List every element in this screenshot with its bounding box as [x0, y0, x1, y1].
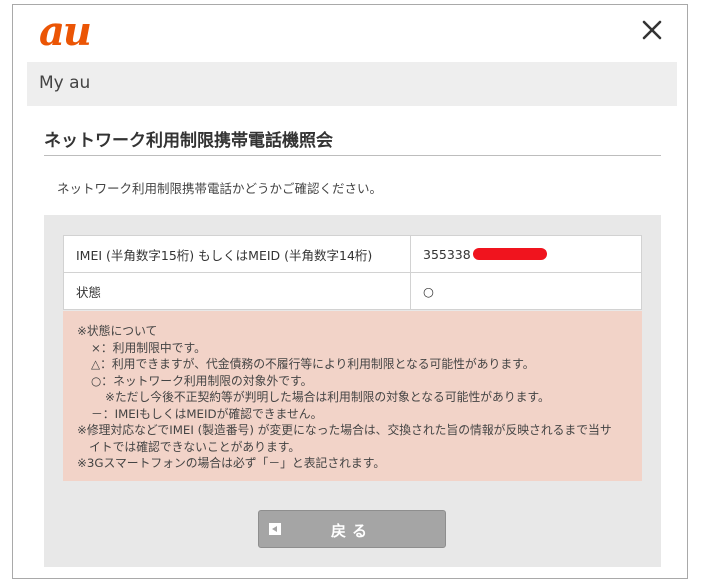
- result-table: IMEI (半角数字15桁) もしくはMEID (半角数字14桁) 355338…: [63, 235, 642, 310]
- redaction-mark: [473, 247, 547, 260]
- status-notes: ※状態について ×：利用制限中です。 △：利用できますが、代金債務の不履行等によ…: [63, 311, 642, 481]
- imei-check-dialog: au My au ネットワーク利用制限携帯電話機照会 ネットワーク利用制限携帯電…: [12, 4, 688, 579]
- status-value-cell: ○: [410, 272, 642, 310]
- note-line: ※状態について: [77, 324, 158, 338]
- my-au-header-bar: My au: [27, 62, 677, 106]
- my-au-label: My au: [39, 73, 91, 93]
- note-line: ※ただし今後不正契約等が判明した場合は利用制限の対象となる可能性があります。: [105, 390, 550, 404]
- note-line: イトでは確認できないことがあります。: [89, 439, 301, 454]
- table-row: IMEI (半角数字15桁) もしくはMEID (半角数字14桁) 355338…: [63, 235, 642, 273]
- note-line: ※3Gスマートフォンの場合は必ず「－」と表記されます。: [77, 456, 386, 470]
- imei-value: 355338: [423, 246, 471, 262]
- page-title: ネットワーク利用制限携帯電話機照会: [44, 131, 333, 151]
- note-line: ○：ネットワーク利用制限の対象外です。: [91, 373, 313, 388]
- status-label-cell: 状態: [63, 272, 411, 310]
- note-line: △：利用できますが、代金債務の不履行等により利用制限となる可能性があります。: [91, 357, 535, 371]
- table-row: 状態 ○: [63, 272, 642, 310]
- close-icon[interactable]: [639, 17, 665, 43]
- back-button-label: 戻る: [330, 522, 373, 540]
- au-logo: au: [39, 8, 131, 55]
- page-description: ネットワーク利用制限携帯電話かどうかご確認ください。: [57, 181, 383, 196]
- back-button[interactable]: 戻る: [258, 510, 446, 548]
- imei-label-cell: IMEI (半角数字15桁) もしくはMEID (半角数字14桁): [63, 235, 411, 273]
- svg-text:au: au: [39, 13, 90, 51]
- note-line: ×：利用制限中です。: [91, 340, 206, 355]
- note-line: －：IMEIもしくはMEIDが確認できません。: [91, 406, 323, 421]
- imei-value-cell: 3553387: [410, 235, 642, 273]
- note-line: ※修理対応などでIMEI (製造番号) が変更になった場合は、交換された旨の情報…: [77, 423, 612, 437]
- title-divider: [44, 155, 661, 156]
